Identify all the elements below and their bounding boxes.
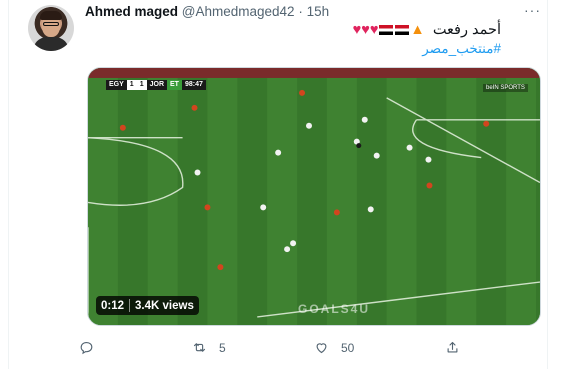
like-button[interactable]: 50 <box>314 340 354 355</box>
share-button[interactable] <box>445 340 460 355</box>
avatar-glasses <box>43 22 59 26</box>
header-separator: · <box>298 4 303 19</box>
reply-button[interactable] <box>79 340 94 355</box>
red-heart-icon: ♥ <box>361 22 370 38</box>
red-heart-icon: ♥ <box>369 22 379 38</box>
watermark: GOALS4U <box>298 302 371 316</box>
match-period: ET <box>167 80 182 90</box>
author-handle[interactable]: @Ahmedmaged42 <box>182 4 295 19</box>
hashtag-link[interactable]: #منتخب_مصر <box>422 41 501 57</box>
avatar-hair <box>40 11 62 20</box>
tweet-time[interactable]: 15h <box>307 4 330 19</box>
video-duration: 0:12 <box>101 299 125 312</box>
home-team: EGY <box>106 80 127 90</box>
retweet-count: 5 <box>219 340 226 355</box>
pitch-image <box>88 68 540 325</box>
reply-icon <box>80 341 93 355</box>
home-score: 1 <box>126 80 137 90</box>
tweet-text: أحمد رفعت ♥♥♥ ▲ <box>353 22 501 38</box>
retweet-button[interactable]: 5 <box>192 340 226 355</box>
more-options-button[interactable]: ··· <box>524 2 541 18</box>
fire-icon: ▲ <box>410 22 425 38</box>
egypt-flag-icon <box>395 25 410 35</box>
heart-outline-icon <box>316 343 327 354</box>
tweet-text-content: أحمد رفعت <box>432 22 501 38</box>
tweet-header: Ahmed maged @Ahmedmaged42 · 15h <box>85 4 329 19</box>
egypt-flag-icon <box>379 25 394 35</box>
retweet-icon <box>193 343 206 352</box>
avatar-shirt <box>33 37 69 51</box>
like-count: 50 <box>341 340 355 355</box>
scorebug: EGY 1 1 JOR ET 98:47 <box>106 80 206 90</box>
avatar[interactable] <box>28 5 74 51</box>
tweet-card[interactable]: Ahmed maged @Ahmedmaged42 · 15h ··· أحمد… <box>8 0 548 369</box>
channel-logo: beIN SPORTS <box>483 84 528 92</box>
badge-divider <box>129 299 131 312</box>
away-team: JOR <box>146 80 168 90</box>
share-icon <box>447 341 458 353</box>
match-clock: 98:47 <box>181 80 206 90</box>
video-player[interactable]: EGY 1 1 JOR ET 98:47 beIN SPORTS GOALS4U… <box>87 67 541 326</box>
view-count: 3.4K views <box>135 299 194 312</box>
tweet-emojis: ♥♥♥ ▲ <box>353 22 425 38</box>
red-heart-icon: ♥ <box>352 22 362 38</box>
away-score: 1 <box>136 80 147 90</box>
video-duration-badge: 0:12 3.4K views <box>96 296 199 315</box>
author-name[interactable]: Ahmed maged <box>85 4 178 19</box>
